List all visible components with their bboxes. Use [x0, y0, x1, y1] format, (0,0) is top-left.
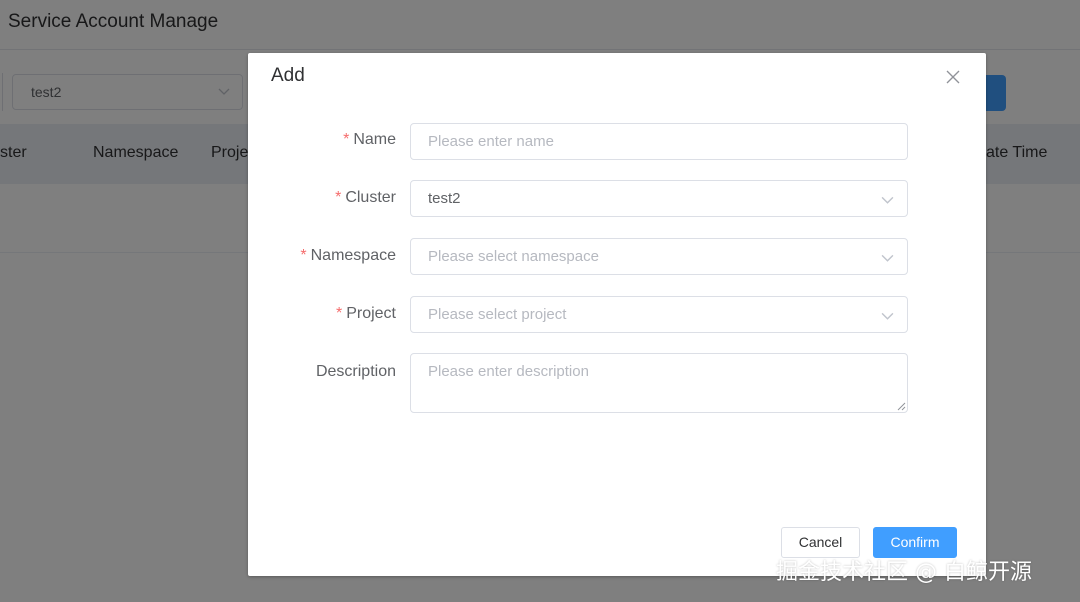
cluster-select[interactable]: test2	[410, 180, 908, 217]
name-label: * Name	[343, 131, 396, 148]
cluster-label: * Cluster	[335, 189, 396, 206]
resize-handle-icon[interactable]	[897, 402, 906, 411]
namespace-placeholder: Please select namespace	[428, 248, 599, 265]
project-label: * Project	[335, 305, 396, 322]
add-dialog: Add * Name Please enter name * Cluster tes…	[248, 53, 986, 576]
required-mark: *	[335, 189, 342, 206]
required-mark: *	[300, 247, 307, 264]
chevron-down-icon	[881, 254, 894, 262]
namespace-select[interactable]: Please select namespace	[410, 238, 908, 275]
close-icon[interactable]	[945, 69, 961, 85]
project-select[interactable]: Please select project	[410, 296, 908, 333]
project-placeholder: Please select project	[428, 306, 567, 323]
description-placeholder: Please enter description	[428, 363, 589, 380]
watermark: 掘金技术社区 @ 白鲸开源	[776, 560, 1032, 585]
name-input[interactable]: Please enter name	[410, 123, 908, 160]
description-label: Description	[315, 363, 396, 380]
description-textarea[interactable]: Please enter description	[410, 353, 908, 413]
cluster-value: test2	[428, 190, 461, 207]
required-mark: *	[335, 305, 343, 322]
name-placeholder: Please enter name	[428, 133, 554, 150]
required-mark: *	[343, 131, 350, 148]
namespace-label: * Namespace	[300, 247, 396, 264]
dialog-title: Add	[271, 65, 305, 86]
chevron-down-icon	[881, 196, 894, 204]
chevron-down-icon	[881, 312, 894, 320]
